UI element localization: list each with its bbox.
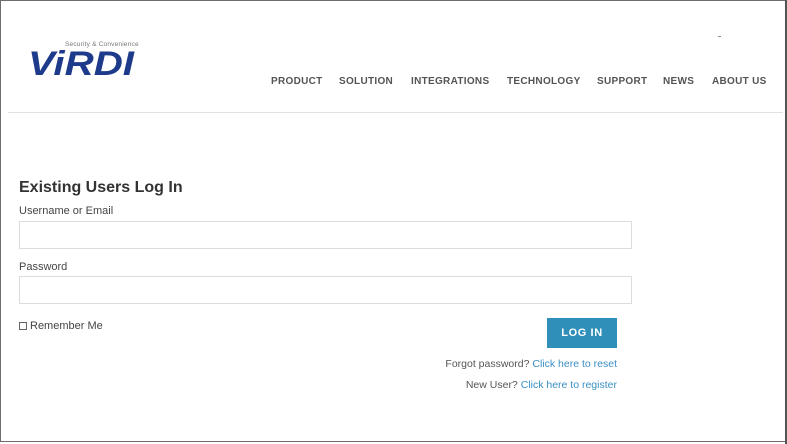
login-button[interactable]: LOG IN <box>547 318 617 348</box>
header-divider <box>8 112 783 113</box>
remember-me-label[interactable]: Remember Me <box>30 320 103 332</box>
header-dot <box>718 36 721 37</box>
page-title: Existing Users Log In <box>19 179 183 196</box>
forgot-password-text: Forgot password? <box>445 358 530 370</box>
new-user-line: New User? Click here to register <box>466 379 617 391</box>
forgot-password-line: Forgot password? Click here to reset <box>445 358 617 370</box>
nav-solution[interactable]: SOLUTION <box>339 76 393 87</box>
reset-password-link[interactable]: Click here to reset <box>532 358 617 370</box>
remember-me: Remember Me <box>19 320 103 332</box>
nav-product[interactable]: PRODUCT <box>271 76 323 87</box>
virdi-logo[interactable]: ViRDI <box>28 48 168 78</box>
remember-me-checkbox[interactable] <box>19 322 27 330</box>
register-link[interactable]: Click here to register <box>521 379 617 391</box>
username-input[interactable] <box>19 221 632 249</box>
password-input[interactable] <box>19 276 632 304</box>
username-label: Username or Email <box>19 205 114 217</box>
nav-technology[interactable]: TECHNOLOGY <box>507 76 581 87</box>
nav-support[interactable]: SUPPORT <box>597 76 647 87</box>
password-label: Password <box>19 261 68 273</box>
nav-news[interactable]: NEWS <box>663 76 694 87</box>
nav-about-us[interactable]: ABOUT US <box>712 76 767 87</box>
logo-wordmark: ViRDI <box>28 48 136 78</box>
nav-integrations[interactable]: INTEGRATIONS <box>411 76 489 87</box>
new-user-text: New User? <box>465 379 518 391</box>
brand-tagline: Security & Convenience <box>65 41 139 48</box>
